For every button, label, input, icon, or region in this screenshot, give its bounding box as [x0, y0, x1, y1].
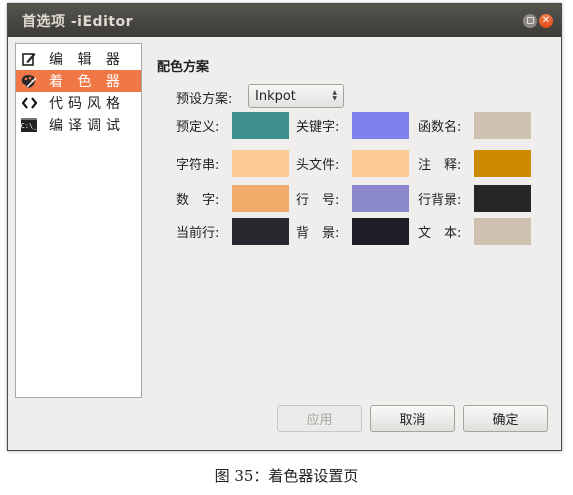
edit-icon	[21, 51, 37, 67]
swatch-predefined[interactable]	[232, 112, 289, 139]
section-title: 配色方案	[157, 60, 210, 75]
color-label: 关键字:	[296, 120, 340, 135]
maximize-button[interactable]	[523, 13, 537, 28]
color-label: 预定义:	[176, 120, 220, 135]
preset-select[interactable]: Inkpot ▲ ▼	[248, 84, 344, 108]
category-list: 编 辑 器 着 色 器 代码风格 C:\_ 编译调试	[15, 43, 142, 398]
swatch-background[interactable]	[352, 218, 409, 245]
color-label: 数 字:	[176, 193, 220, 208]
swatch-text[interactable]	[474, 218, 531, 245]
color-label: 背 景:	[296, 226, 340, 241]
figure-caption: 图 35：着色器设置页	[214, 467, 359, 485]
color-label: 当前行:	[176, 226, 220, 241]
swatch-number[interactable]	[232, 185, 289, 212]
swatch-current-line[interactable]	[232, 218, 289, 245]
color-label: 函数名:	[418, 120, 462, 135]
code-brackets-icon	[21, 95, 37, 111]
select-arrows-icon: ▲ ▼	[332, 89, 337, 102]
preset-value: Inkpot	[255, 88, 296, 104]
palette-icon	[21, 73, 37, 89]
swatch-line-background[interactable]	[474, 185, 531, 212]
sidebar-item-label: 代码风格	[49, 96, 125, 112]
sidebar-item-code-style[interactable]: 代码风格	[16, 92, 141, 114]
swatch-comment[interactable]	[474, 150, 531, 177]
color-label: 文 本:	[418, 226, 462, 241]
sidebar-item-editor[interactable]: 编 辑 器	[16, 48, 141, 70]
swatch-keyword[interactable]	[352, 112, 409, 139]
terminal-icon-text: C:\_	[21, 118, 37, 132]
sidebar-item-label: 着 色 器	[49, 74, 125, 90]
color-label: 头文件:	[296, 158, 340, 173]
window-title: 首选项 -iEditor	[22, 13, 134, 30]
maximize-icon	[526, 17, 534, 24]
color-label: 行 号:	[296, 193, 340, 208]
swatch-line-number[interactable]	[352, 185, 409, 212]
sidebar-item-label: 编译调试	[49, 118, 125, 134]
apply-button[interactable]: 应用	[277, 405, 362, 432]
swatch-function-name[interactable]	[474, 112, 531, 139]
swatch-header-file[interactable]	[352, 150, 409, 177]
color-label: 字符串:	[176, 158, 220, 173]
ok-button[interactable]: 确定	[463, 405, 548, 432]
color-label: 注 释:	[418, 158, 462, 173]
window-controls: ✕	[523, 13, 553, 28]
sidebar-item-label: 编 辑 器	[49, 52, 125, 68]
preset-label: 预设方案:	[176, 92, 233, 107]
close-icon: ✕	[541, 14, 551, 26]
cancel-button[interactable]: 取消	[370, 405, 455, 432]
sidebar-item-compile-debug[interactable]: C:\_ 编译调试	[16, 114, 141, 136]
close-button[interactable]: ✕	[539, 13, 553, 28]
swatch-string[interactable]	[232, 150, 289, 177]
color-label: 行背景:	[418, 193, 462, 208]
title-bar[interactable]: 首选项 -iEditor ✕	[8, 4, 561, 37]
sidebar-item-colorizer[interactable]: 着 色 器	[16, 70, 141, 92]
terminal-icon: C:\_	[21, 117, 37, 133]
